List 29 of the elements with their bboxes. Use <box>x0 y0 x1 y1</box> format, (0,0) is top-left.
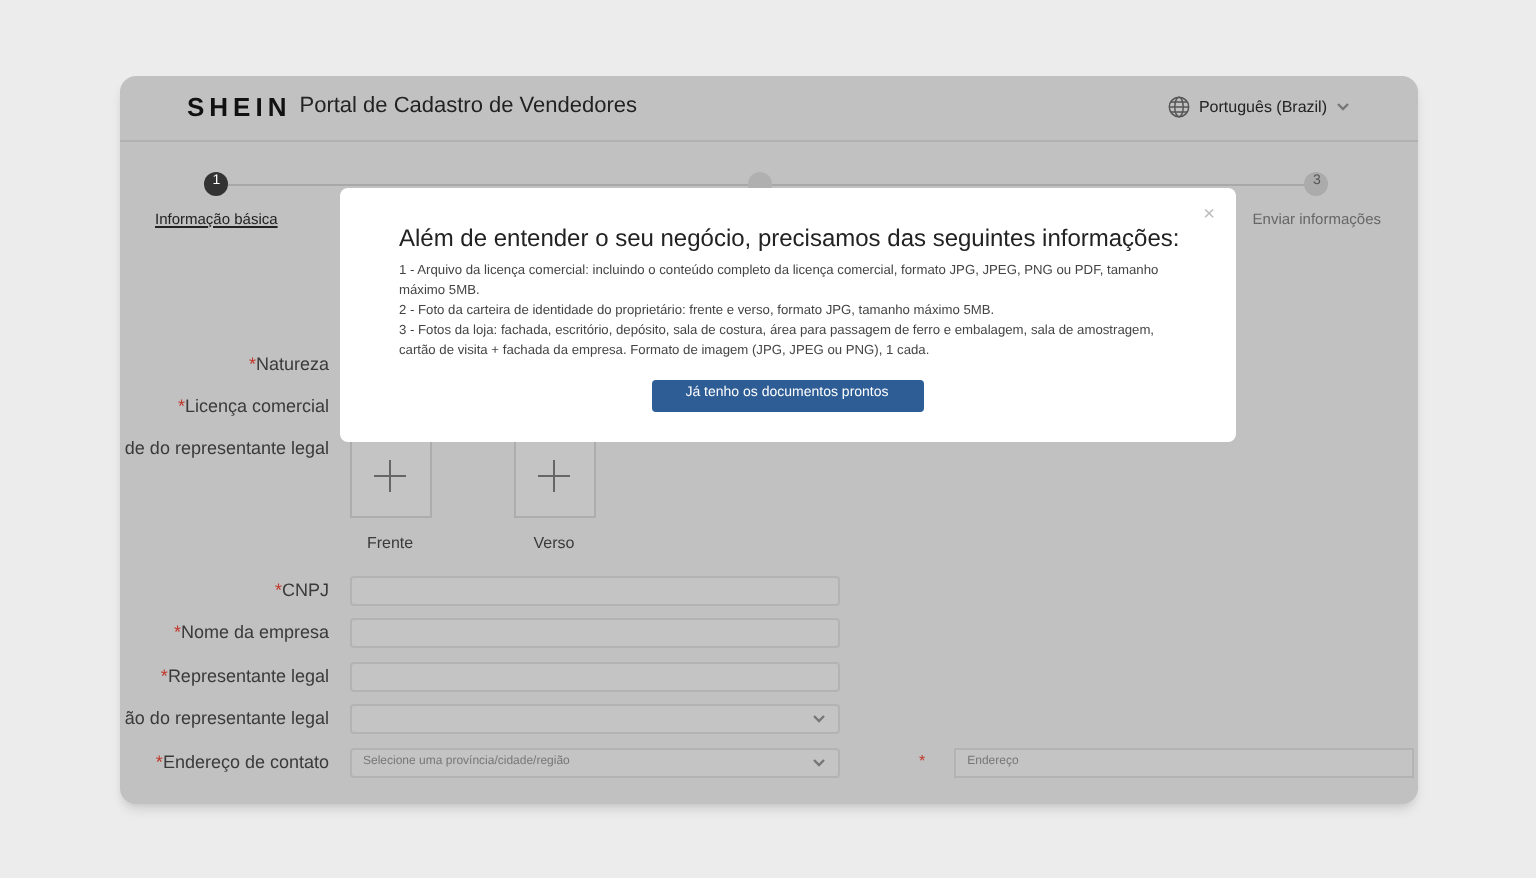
required-mark: * <box>919 750 926 775</box>
field-label: de do representante legal <box>124 435 329 462</box>
field-label: Licença comercial <box>184 394 329 420</box>
plus-icon <box>538 460 570 492</box>
required-mark: * <box>155 749 163 775</box>
chevron-down-icon <box>811 757 825 768</box>
field-label: Representante legal <box>167 663 329 690</box>
required-mark: * <box>160 663 168 689</box>
required-mark: * <box>173 620 181 646</box>
chevron-down-icon <box>811 714 825 725</box>
field-label: Natureza <box>255 351 329 377</box>
field-label: CNPJ <box>281 577 329 603</box>
close-button[interactable]: × <box>1203 205 1215 225</box>
portal-title: Portal de Cadastro de Vendedores <box>299 92 638 123</box>
globe-icon <box>1168 96 1191 118</box>
field-label: Nome da empresa <box>180 620 329 646</box>
upload-caption: Frente <box>366 531 414 555</box>
language-selector[interactable]: Português (Brazil) <box>1198 95 1327 119</box>
chevron-down-icon <box>1335 102 1349 112</box>
required-mark: * <box>274 577 282 603</box>
required-mark: * <box>177 394 185 420</box>
select-field[interactable] <box>349 704 839 735</box>
field-label: Endereço de contato <box>162 749 329 776</box>
field-label: ão do representante legal <box>124 706 329 732</box>
upload-caption: Verso <box>533 531 575 555</box>
required-mark: * <box>248 351 256 377</box>
logo: SHEIN <box>187 89 292 126</box>
modal-title: Além de entender o seu negócio, precisamos das seguintes informações: <box>399 221 1175 255</box>
plus-icon <box>374 460 406 492</box>
